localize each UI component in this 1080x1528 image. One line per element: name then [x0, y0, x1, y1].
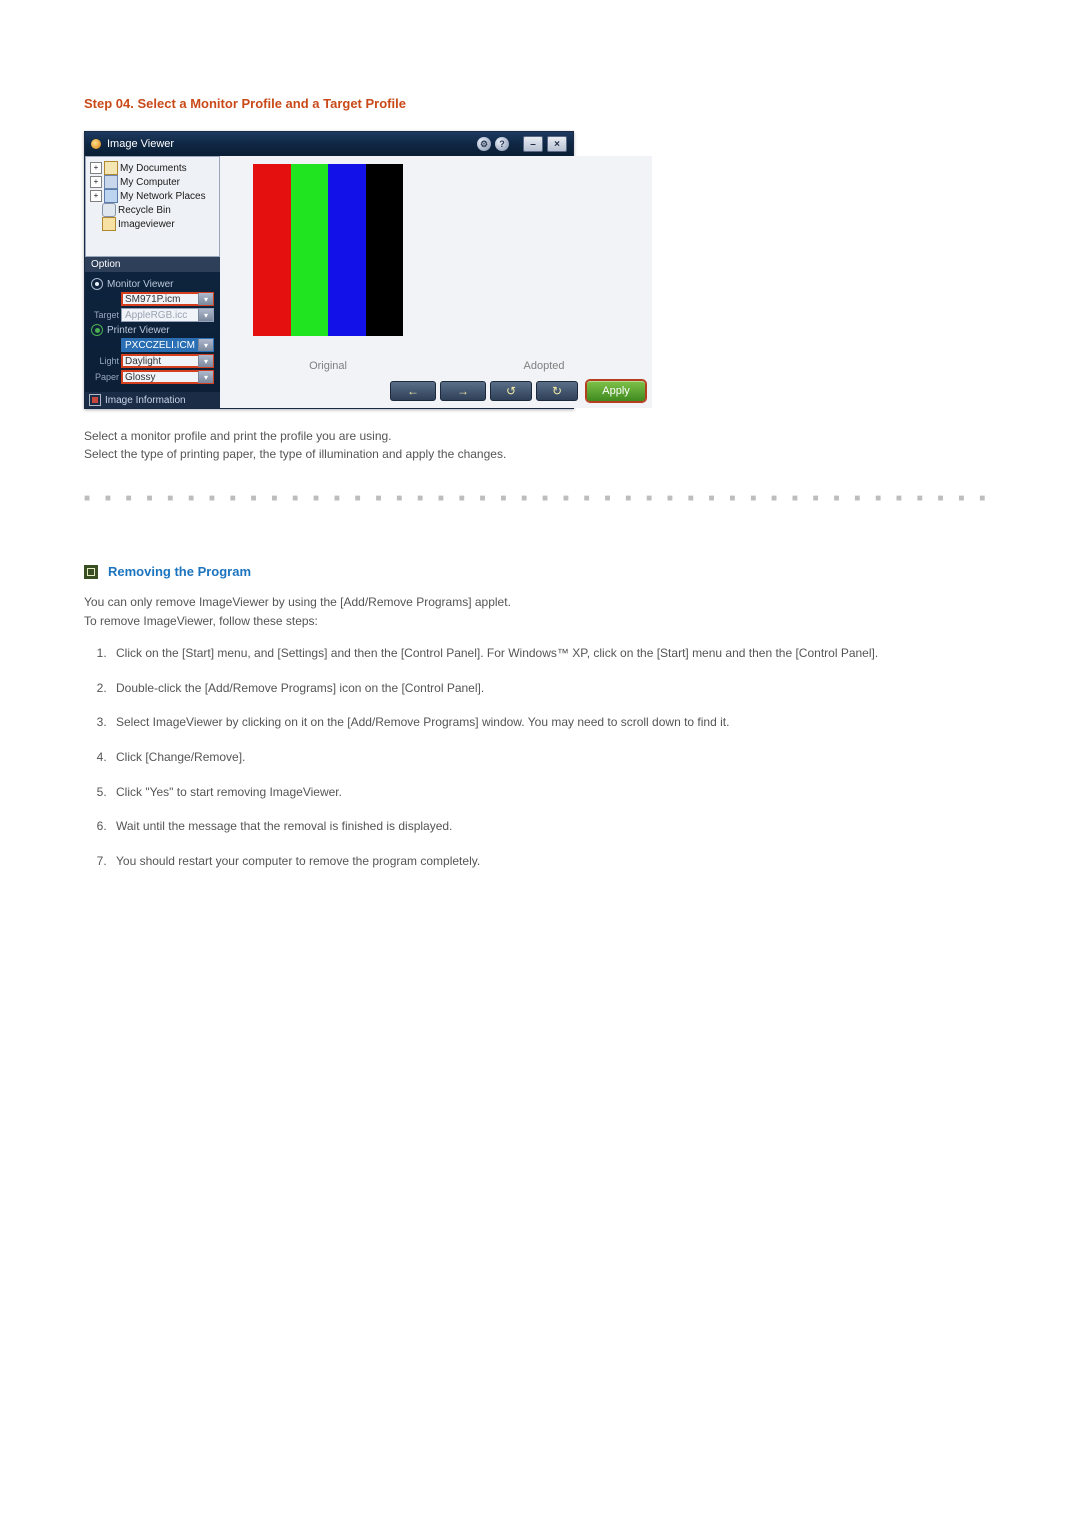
steps-list: Click on the [Start] menu, and [Settings… — [110, 644, 996, 870]
tree-item-computer[interactable]: + My Computer — [88, 175, 217, 189]
monitor-viewer-radio[interactable]: Monitor Viewer — [91, 278, 214, 290]
tree-label: My Network Places — [120, 191, 206, 202]
folder-icon — [102, 217, 116, 231]
body-line-2: Select the type of printing paper, the t… — [84, 445, 996, 463]
settings-button[interactable]: ⚙ — [477, 137, 491, 151]
printer-viewer-radio[interactable]: Printer Viewer — [91, 324, 214, 336]
radio-icon — [91, 278, 103, 290]
color-bars-image — [253, 164, 403, 336]
para-line-2: To remove ImageViewer, follow these step… — [84, 614, 318, 628]
adopted-preview — [436, 156, 652, 356]
step-item: You should restart your computer to remo… — [110, 852, 996, 871]
close-button[interactable]: × — [547, 136, 567, 152]
folder-tree[interactable]: + My Documents + My Computer + My Networ… — [85, 156, 220, 257]
info-icon — [89, 394, 101, 406]
computer-icon — [104, 175, 118, 189]
tree-item-documents[interactable]: + My Documents — [88, 161, 217, 175]
radio-label: Monitor Viewer — [107, 279, 174, 290]
app-window: Image Viewer ⚙ ? – × + My Documents + — [84, 131, 574, 409]
step-item: Double-click the [Add/Remove Programs] i… — [110, 679, 996, 698]
image-information-row[interactable]: Image Information — [85, 392, 220, 408]
back-button[interactable]: ← — [390, 381, 436, 401]
sidebar: + My Documents + My Computer + My Networ… — [85, 156, 220, 408]
expand-icon[interactable]: + — [90, 190, 102, 202]
tree-label: Imageviewer — [118, 219, 175, 230]
step-item: Click on the [Start] menu, and [Settings… — [110, 644, 996, 663]
caption-original: Original — [220, 356, 436, 376]
paper-label: Paper — [91, 372, 119, 382]
apply-button[interactable]: Apply — [586, 380, 646, 402]
app-icon — [91, 139, 101, 149]
paper-select[interactable]: Glossy ▾ — [121, 370, 214, 384]
option-panel: Monitor Viewer SM971P.icm ▾ Target Apple… — [85, 272, 220, 392]
dotted-divider: ■ ■ ■ ■ ■ ■ ■ ■ ■ ■ ■ ■ ■ ■ ■ ■ ■ ■ ■ ■ … — [84, 493, 996, 504]
step-item: Click "Yes" to start removing ImageViewe… — [110, 783, 996, 802]
intro-paragraph: You can only remove ImageViewer by using… — [84, 593, 996, 630]
select-value: SM971P.icm — [122, 293, 198, 305]
radio-icon — [91, 324, 103, 336]
step-item: Select ImageViewer by clicking on it on … — [110, 713, 996, 732]
printer-profile-select[interactable]: PXCCZELI.ICM ▾ — [121, 338, 214, 352]
para-line-1: You can only remove ImageViewer by using… — [84, 595, 511, 609]
expand-icon[interactable]: + — [90, 162, 102, 174]
body-line-1: Select a monitor profile and print the p… — [84, 427, 996, 445]
chevron-down-icon[interactable]: ▾ — [198, 339, 213, 351]
light-select[interactable]: Daylight ▾ — [121, 354, 214, 368]
step-item: Wait until the message that the removal … — [110, 817, 996, 836]
tree-label: My Documents — [120, 163, 187, 174]
bar-green — [291, 164, 329, 336]
body-text: Select a monitor profile and print the p… — [84, 427, 996, 463]
preview-row — [220, 156, 652, 356]
select-value: PXCCZELI.ICM — [122, 339, 198, 351]
forward-button[interactable]: → — [440, 381, 486, 401]
step-heading: Step 04. Select a Monitor Profile and a … — [84, 96, 996, 111]
light-label: Light — [91, 356, 119, 366]
monitor-profile-select[interactable]: SM971P.icm ▾ — [121, 292, 214, 306]
tree-item-recycle[interactable]: Recycle Bin — [88, 203, 217, 217]
page-root: Step 04. Select a Monitor Profile and a … — [0, 0, 1080, 1528]
titlebar: Image Viewer ⚙ ? – × — [85, 132, 573, 156]
help-button[interactable]: ? — [495, 137, 509, 151]
chevron-down-icon[interactable]: ▾ — [198, 355, 213, 367]
chevron-down-icon[interactable]: ▾ — [198, 293, 213, 305]
option-header: Option — [85, 257, 220, 272]
select-value: Daylight — [122, 355, 198, 367]
tree-label: Recycle Bin — [118, 205, 171, 216]
select-value: AppleRGB.icc — [122, 309, 198, 321]
select-value: Glossy — [122, 371, 198, 383]
recycle-icon — [102, 203, 116, 217]
toolbar: ← → ↺ ↻ Apply — [220, 376, 652, 408]
rotate-cw-button[interactable]: ↻ — [536, 381, 578, 401]
caption-adopted: Adopted — [436, 356, 652, 376]
expand-icon[interactable]: + — [90, 176, 102, 188]
section-icon — [84, 565, 98, 579]
step-item: Click [Change/Remove]. — [110, 748, 996, 767]
folder-icon — [104, 161, 118, 175]
original-preview — [220, 156, 436, 356]
rotate-ccw-button[interactable]: ↺ — [490, 381, 532, 401]
target-label: Target — [91, 310, 119, 320]
tree-item-network[interactable]: + My Network Places — [88, 189, 217, 203]
chevron-down-icon[interactable]: ▾ — [198, 309, 213, 321]
tree-item-imageviewer[interactable]: Imageviewer — [88, 217, 217, 231]
network-icon — [104, 189, 118, 203]
window-title: Image Viewer — [107, 138, 174, 150]
chevron-down-icon[interactable]: ▾ — [198, 371, 213, 383]
minimize-button[interactable]: – — [523, 136, 543, 152]
bar-blue — [328, 164, 366, 336]
info-label: Image Information — [105, 395, 186, 406]
section-title: Removing the Program — [108, 564, 251, 579]
tree-label: My Computer — [120, 177, 180, 188]
bar-black — [366, 164, 404, 336]
radio-label: Printer Viewer — [107, 325, 170, 336]
bar-red — [253, 164, 291, 336]
main-area: Original Adopted ← → ↺ ↻ Apply — [220, 156, 652, 408]
target-profile-select[interactable]: AppleRGB.icc ▾ — [121, 308, 214, 322]
